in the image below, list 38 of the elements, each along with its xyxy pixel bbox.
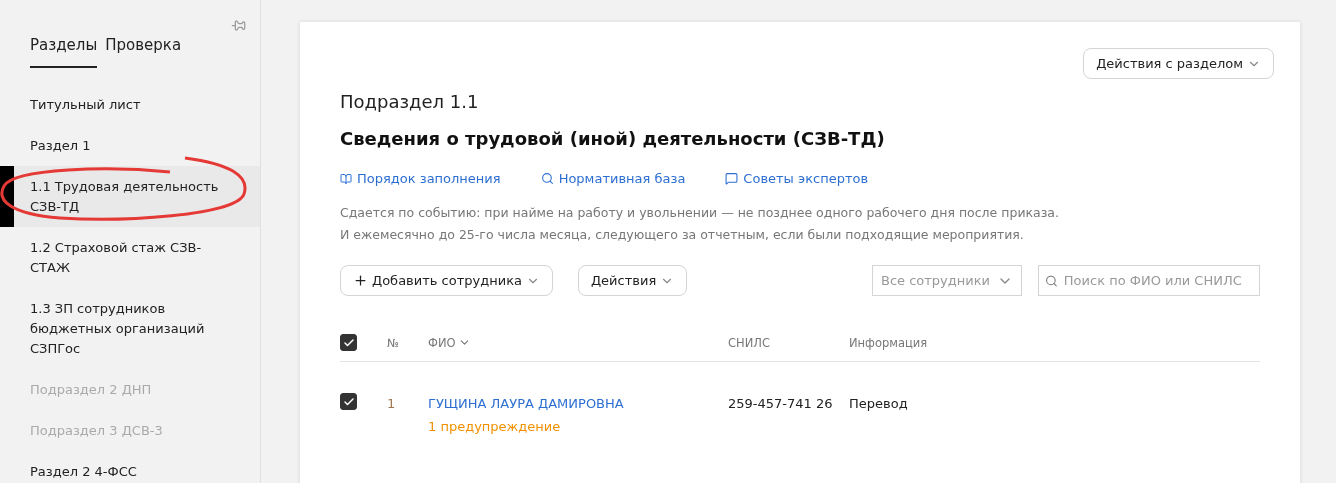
help-link[interactable]: Порядок заполнения <box>340 171 501 186</box>
snils-value: 259-457-741 26 <box>728 396 833 411</box>
column-header: № <box>387 335 399 350</box>
sidebar-item[interactable]: Раздел 2 4-ФСС <box>0 451 260 483</box>
warning-text: 1 предупреждение <box>428 419 561 434</box>
actions-button[interactable]: Действия <box>577 265 688 296</box>
description-text: Сдается по событию: при найме на работу и увольнении — не позднее одного рабочего дня после приказа. И ежемесячно до 25-го числа месяца, следующего за отчетным, если были подходящие мероприятия. <box>340 204 1060 244</box>
select-all-checkbox[interactable] <box>340 334 357 351</box>
row-checkbox[interactable] <box>340 393 357 410</box>
help-link[interactable]: Советы экспертов <box>725 171 869 186</box>
search-input[interactable]: Поиск по ФИО или СНИЛС <box>1061 272 1253 289</box>
sidebar-item[interactable]: Раздел 1 <box>0 125 260 166</box>
book-icon <box>340 172 352 185</box>
sidebar-tab[interactable]: Проверка <box>105 36 182 68</box>
sidebar-item[interactable]: 1.2 Страховой стаж СЗВ-СТАЖ <box>0 227 260 288</box>
search-field[interactable]: Поиск по ФИО или СНИЛС <box>1038 265 1260 296</box>
check-icon <box>342 336 355 349</box>
subsection-label: Подраздел 1.1 <box>340 91 480 112</box>
sidebar-item[interactable]: 1.1 Трудовая деятельность СЗВ-ТД <box>0 166 260 227</box>
add-employee-button[interactable]: Добавить сотрудника <box>340 265 553 296</box>
plus-icon <box>353 273 368 288</box>
column-header: Информация <box>849 335 928 350</box>
row-number: 1 <box>387 396 396 411</box>
section-title: Сведения о трудовой (иной) деятельности (СЗВ-ТД) <box>340 128 886 149</box>
sidebar-tab[interactable]: Разделы <box>30 36 98 68</box>
search-icon <box>540 172 554 185</box>
column-header: СНИЛС <box>728 335 770 350</box>
sidebar-item[interactable]: 1.3 ЗП сотрудников бюджетных организаций СЗПГос <box>0 288 260 369</box>
info-value: Перевод <box>849 396 908 411</box>
help-link[interactable]: Нормативная база <box>540 171 686 186</box>
section-actions-button[interactable]: Действия с разделом <box>1083 48 1274 79</box>
chat-icon <box>725 172 739 185</box>
search-icon <box>1045 273 1058 288</box>
column-header[interactable]: ФИО <box>428 335 471 350</box>
sidebar-item[interactable]: Титульный лист <box>0 84 260 125</box>
employee-name-link[interactable]: ГУЩИНА ЛАУРА ДАМИРОВНА <box>428 396 624 411</box>
check-icon <box>342 395 355 408</box>
pin-icon[interactable] <box>231 18 246 33</box>
